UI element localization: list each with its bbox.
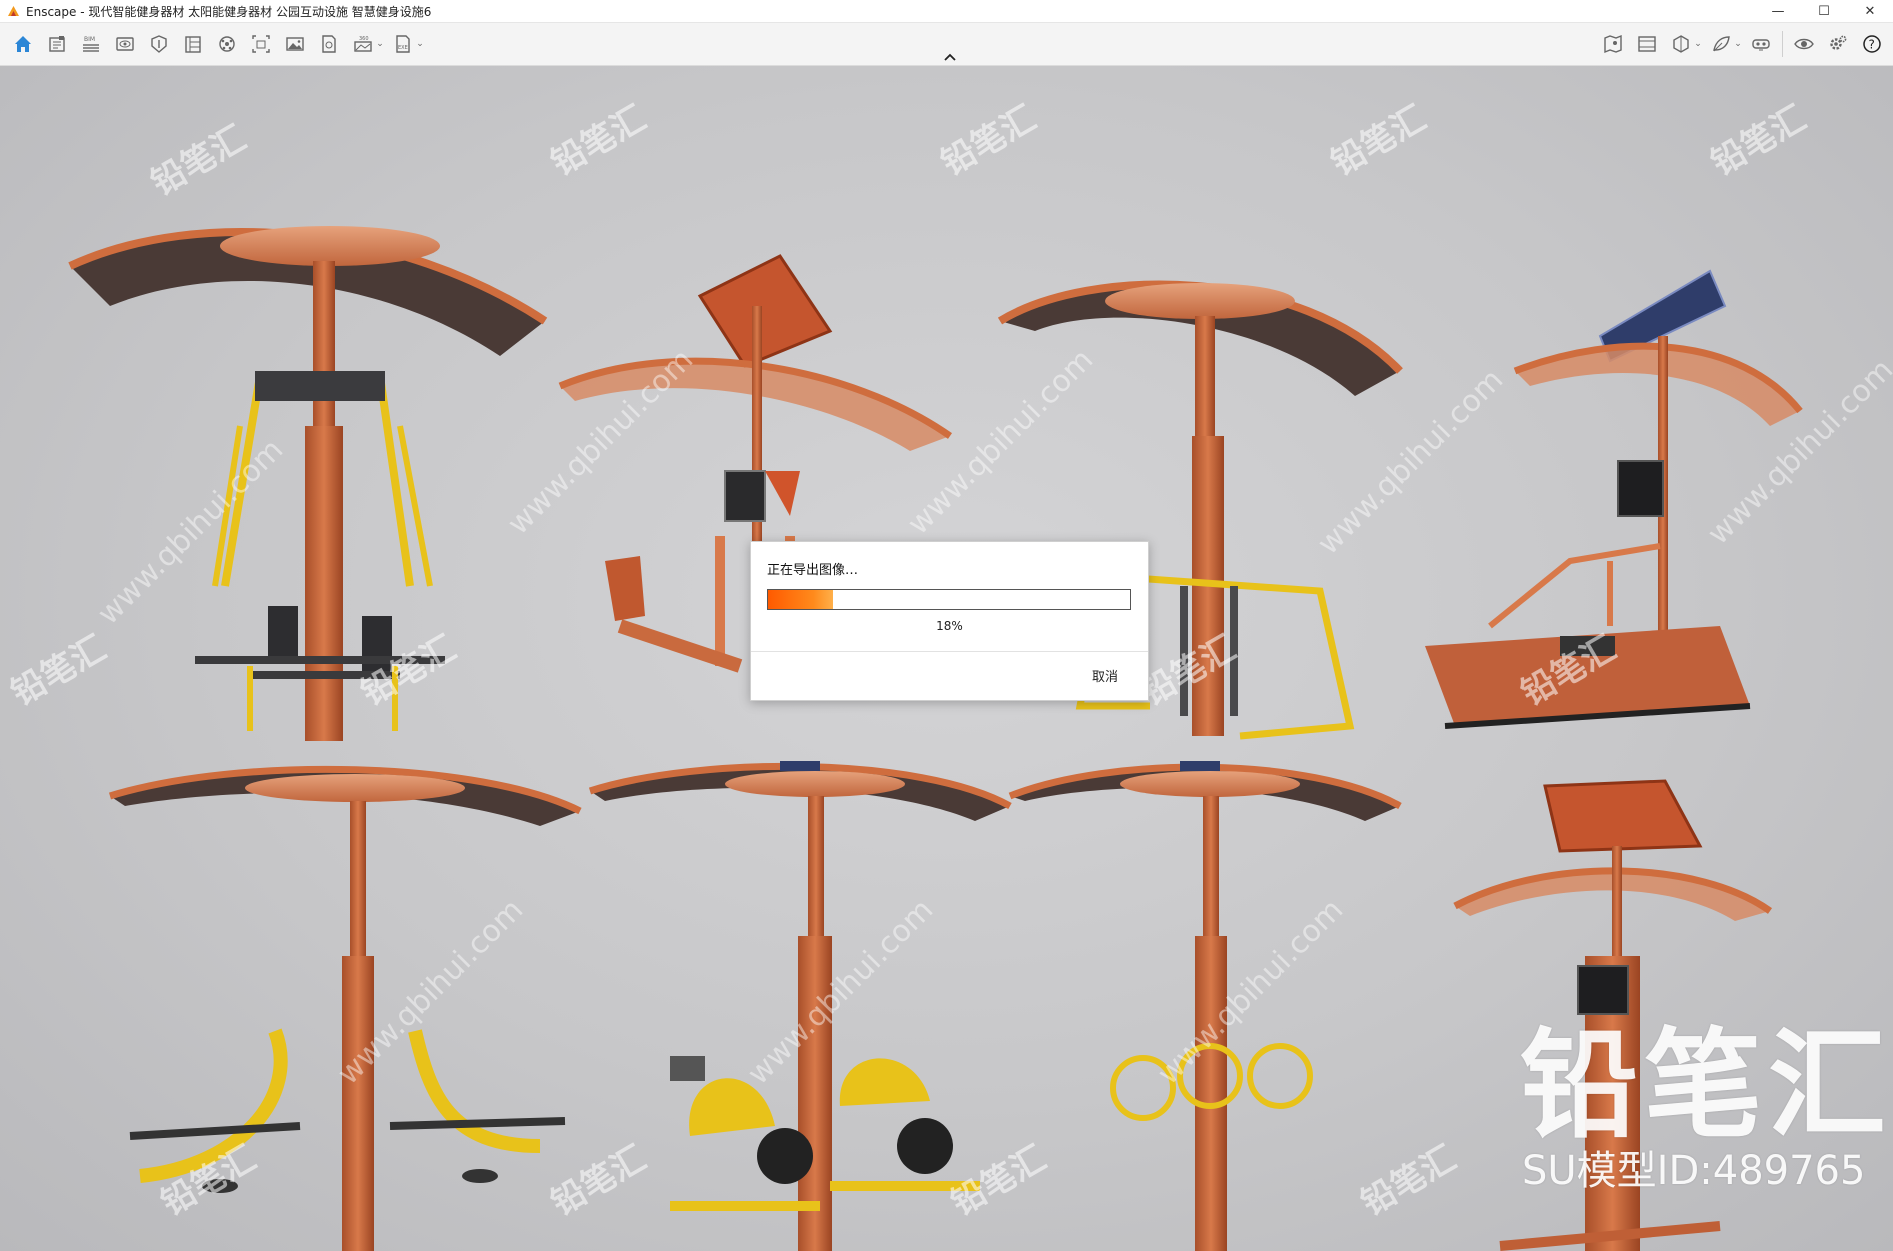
svg-text:EXE: EXE [398,45,408,51]
equipment-6-exercise-bikes [588,761,1012,1251]
enscape-logo-icon [6,4,20,18]
svg-text:?: ? [1869,38,1875,52]
leaf-icon [1713,36,1730,52]
image-settings-button[interactable] [1630,29,1664,59]
help-button[interactable]: ? [1855,29,1889,59]
site-context-button[interactable] [210,29,244,59]
asset-library-icon [151,35,167,53]
watermark-tile: 铅笔汇 [1705,98,1813,184]
maximize-button[interactable]: ☐ [1801,0,1847,22]
vr-headset-icon [1752,39,1770,51]
svg-text:360: 360 [359,36,369,42]
window-title: Enscape - 现代智能健身器材 太阳能健身器材 公园互动设施 智慧健身设施… [26,4,432,19]
views-button[interactable] [108,29,142,59]
watermark-model-id: SU模型ID:489765 [1522,1148,1866,1194]
visual-settings-button[interactable] [1787,29,1821,59]
cube-icon [1673,35,1689,53]
view-mode-button[interactable] [1664,29,1698,59]
site-context-icon [219,36,235,52]
vr-headset-button[interactable] [1744,29,1778,59]
cancel-button[interactable]: 取消 [1092,666,1118,685]
export-progress-dialog: 正在导出图像… 18% 取消 [750,541,1149,701]
atmosphere-icon [252,35,270,53]
watermark-url: www.qbihui.com [91,432,290,631]
image-settings-icon [1638,36,1656,52]
project-button[interactable] [40,29,74,59]
batch-render-icon [322,35,336,53]
bim-button[interactable]: BIM [74,29,108,59]
watermark-tile: 铅笔汇 [5,628,113,714]
watermark-tile: 铅笔汇 [145,118,253,204]
exe-export-button[interactable]: EXE [386,29,420,59]
watermark-tile: 铅笔汇 [545,98,653,184]
watermark-tile: 铅笔汇 [545,1138,653,1224]
minimize-button[interactable]: — [1755,0,1801,22]
map-icon [1604,34,1622,54]
watermark-tile: 铅笔汇 [935,98,1043,184]
chevron-up-icon [944,53,956,61]
watermark-tile: 铅笔汇 [1355,1138,1463,1224]
watermark-tile: 铅笔汇 [1325,98,1433,184]
watermark-logo: 铅笔汇 [1520,1016,1893,1154]
home-button[interactable] [6,29,40,59]
bim-icon: BIM [83,36,99,52]
help-icon: ? [1863,35,1881,53]
visual-settings-icon [1794,38,1814,50]
watermark-tile: 铅笔汇 [945,1138,1053,1224]
project-icon [49,36,65,52]
close-button[interactable]: ✕ [1847,0,1893,22]
watermark-url: www.qbihui.com [741,892,940,1091]
sync-button[interactable] [1704,29,1738,59]
material-editor-icon [185,36,201,53]
home-icon [15,36,31,52]
dialog-title: 正在导出图像… [767,563,859,578]
settings-button[interactable] [1821,29,1855,59]
panorama-icon: 360 [354,36,372,52]
views-icon [116,37,134,51]
progress-bar-fill [768,590,834,609]
toolbar-left-group: BIM 360 ⌄ EXE ⌄ [6,29,426,59]
main-toolbar: BIM 360 ⌄ EXE ⌄ ⌄ ⌄ ? [0,23,1893,66]
screenshot-button[interactable] [278,29,312,59]
toolbar-right-group: ⌄ ⌄ ? [1596,29,1889,59]
collapse-toolbar-button[interactable] [940,51,960,63]
window-controls: — ☐ ✕ [1755,0,1893,22]
asset-library-button[interactable] [142,29,176,59]
watermark-url: www.qbihui.com [1311,362,1510,561]
equipment-1-upper-body-trainer [68,226,548,741]
exe-export-icon: EXE [396,35,410,53]
svg-text:BIM: BIM [84,36,95,43]
equipment-7-tai-chi-wheels [1008,761,1402,1251]
batch-render-button[interactable] [312,29,346,59]
dialog-divider [751,651,1148,652]
watermark-tile: 铅笔汇 [1135,628,1243,714]
map-button[interactable] [1596,29,1630,59]
title-bar: Enscape - 现代智能健身器材 太阳能健身器材 公园互动设施 智慧健身设施… [0,0,1893,23]
settings-icon [1830,35,1847,50]
progress-bar [767,589,1131,610]
progress-percentage: 18% [936,619,963,633]
material-editor-button[interactable] [176,29,210,59]
atmosphere-button[interactable] [244,29,278,59]
screenshot-icon [286,37,304,51]
toolbar-separator [1782,31,1783,57]
panorama-button[interactable]: 360 [346,29,380,59]
